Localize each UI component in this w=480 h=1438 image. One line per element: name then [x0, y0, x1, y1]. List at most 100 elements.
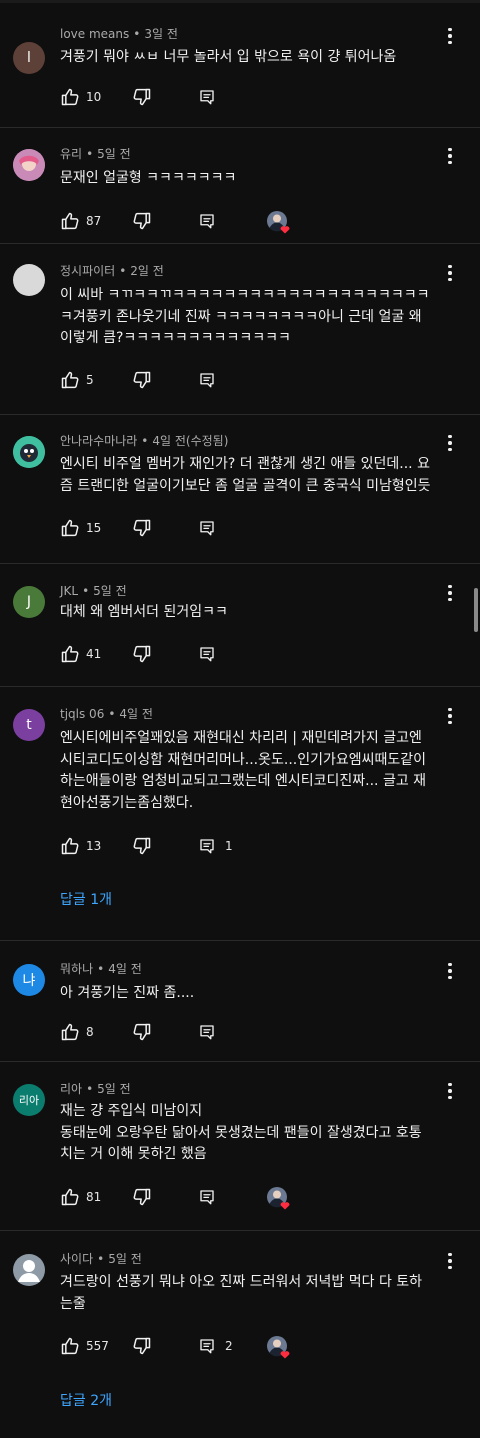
creator-heart-icon — [266, 1335, 292, 1359]
dislike-button[interactable] — [132, 517, 152, 539]
view-replies-link[interactable]: 답글 2개 — [60, 1390, 112, 1410]
comment-text-line: 겨풍기 뭐야 ㅆㅂ 너무 놀라서 입 밖으로 욕이 걍 튀어나옴 — [60, 49, 397, 65]
author-name[interactable]: 뭐하나 — [60, 962, 93, 976]
like-button[interactable]: 13 — [60, 835, 101, 857]
meta-separator: • — [86, 1082, 94, 1096]
more-options-icon[interactable] — [440, 1081, 460, 1101]
reply-icon — [198, 519, 216, 537]
author-name[interactable]: JKL — [60, 584, 78, 598]
view-replies-link[interactable]: 답글 1개 — [60, 889, 112, 909]
comment-time[interactable]: 5일 전 — [97, 147, 131, 161]
comment-time[interactable]: 5일 전 — [93, 584, 127, 598]
meta-separator: • — [133, 27, 141, 41]
avatar[interactable]: l — [13, 42, 45, 74]
like-count: 10 — [86, 90, 102, 104]
author-name[interactable]: 리아 — [60, 1082, 82, 1096]
reply-button[interactable]: 1 — [198, 835, 233, 857]
dislike-button[interactable] — [132, 369, 152, 391]
meta-separator: • — [97, 1252, 105, 1266]
avatar[interactable] — [13, 1254, 45, 1286]
dislike-button[interactable] — [132, 643, 152, 665]
more-options-icon[interactable] — [440, 1251, 460, 1271]
more-options-icon[interactable] — [440, 583, 460, 603]
dislike-button[interactable] — [132, 1186, 152, 1208]
avatar[interactable]: 리아 — [13, 1084, 45, 1116]
thumbs-up-icon — [60, 370, 80, 390]
avatar[interactable]: t — [13, 709, 45, 741]
more-options-icon[interactable] — [440, 26, 460, 46]
avatar[interactable]: J — [13, 586, 45, 618]
more-options-icon[interactable] — [440, 433, 460, 453]
reply-button[interactable] — [198, 210, 216, 232]
comment-time[interactable]: 5일 전 — [97, 1082, 131, 1096]
like-count: 557 — [86, 1339, 109, 1353]
scrollbar-thumb[interactable] — [474, 588, 478, 632]
comment-actions: 557 2 — [60, 1335, 460, 1359]
comment-actions: 41 — [60, 643, 460, 665]
avatar[interactable] — [13, 436, 45, 468]
comment-text: 아 겨풍기는 진짜 좀.... — [60, 983, 450, 1005]
more-options-icon[interactable] — [440, 706, 460, 726]
author-name[interactable]: tjqls 06 — [60, 707, 104, 721]
comment-thread: 정시파이터 • 2일 전이 씨바 ㅋㄲㅋㅋㄲㅋㅋㅋㅋㅋㅋㅋㅋㅋㅋㅋㅋㅋㅋㅋㅋㅋㅋㅋㅋ… — [0, 262, 480, 389]
comment-time[interactable]: 3일 전 — [144, 27, 178, 41]
comment-time[interactable]: 4일 전 — [119, 707, 153, 721]
like-button[interactable]: 10 — [60, 86, 101, 108]
thumbs-down-icon — [132, 644, 152, 664]
author-name[interactable]: 유리 — [60, 147, 82, 161]
like-button[interactable]: 8 — [60, 1021, 94, 1043]
like-button[interactable]: 15 — [60, 517, 101, 539]
reply-button[interactable] — [198, 86, 216, 108]
more-options-icon[interactable] — [440, 263, 460, 283]
comment-text-line: 엔시티에비주얼꽤있음 재현대신 차리리 | 재민데려가지 글고엔 — [60, 730, 422, 746]
comment-divider — [0, 1061, 480, 1062]
comment-text-line: 시티코디도이싱함 재현머리머나...옷도...인기가요엠씨때도같이 — [60, 751, 427, 768]
avatar[interactable] — [13, 264, 45, 296]
thumbs-down-icon — [132, 211, 152, 231]
comment-meta: love means • 3일 전 — [60, 25, 178, 42]
reply-button[interactable] — [198, 643, 216, 665]
comment-text: 재는 걍 주입식 미남이지 동태눈에 오랑우탄 닮아서 못생겼는데 팬들이 잘생겼… — [60, 1101, 450, 1166]
dislike-button[interactable] — [132, 835, 152, 857]
more-options-icon[interactable] — [440, 146, 460, 166]
like-button[interactable]: 81 — [60, 1186, 101, 1208]
comment-time[interactable]: 5일 전 — [108, 1252, 142, 1266]
dislike-button[interactable] — [132, 1021, 152, 1043]
reply-button[interactable] — [198, 1186, 216, 1208]
reply-button[interactable] — [198, 1021, 216, 1043]
author-name[interactable]: 안나라수마나라 — [60, 434, 137, 448]
like-button[interactable]: 87 — [60, 210, 101, 232]
meta-separator: • — [86, 147, 94, 161]
comment-text: 겨드랑이 선풍기 뭐냐 아오 진짜 드러워서 저녁밥 먹다 다 토하 는줄 — [60, 1272, 450, 1315]
author-name[interactable]: 정시파이터 — [60, 264, 115, 278]
reply-button[interactable]: 2 — [198, 1335, 233, 1357]
like-button[interactable]: 557 — [60, 1335, 109, 1357]
more-options-icon[interactable] — [440, 961, 460, 981]
dislike-button[interactable] — [132, 1335, 152, 1357]
author-name[interactable]: love means — [60, 27, 129, 41]
comment-meta: 리아 • 5일 전 — [60, 1080, 131, 1097]
meta-separator: • — [119, 264, 127, 278]
thumbs-up-icon — [60, 1187, 80, 1207]
reply-button[interactable] — [198, 369, 216, 391]
dislike-button[interactable] — [132, 86, 152, 108]
like-button[interactable]: 5 — [60, 369, 94, 391]
author-name[interactable]: 사이다 — [60, 1252, 93, 1266]
reply-button[interactable] — [198, 517, 216, 539]
thumbs-up-icon — [60, 644, 80, 664]
avatar[interactable]: 냐 — [13, 964, 45, 996]
like-button[interactable]: 41 — [60, 643, 101, 665]
like-count: 87 — [86, 214, 102, 228]
comment-time[interactable]: 2일 전 — [130, 264, 164, 278]
thumbs-up-icon — [60, 87, 80, 107]
comment-time[interactable]: 4일 전 — [108, 962, 142, 976]
reply-count: 1 — [225, 839, 233, 853]
comment-text-line: ㅋ겨풍키 존나웃기네 진짜 ㅋㅋㅋㅋㅋㅋㅋㅋ아니 근데 얼굴 왜 — [60, 308, 422, 325]
comment-divider — [0, 1230, 480, 1231]
creator-heart-icon — [266, 210, 292, 234]
avatar[interactable] — [13, 149, 45, 181]
dislike-button[interactable] — [132, 210, 152, 232]
comment-time[interactable]: 4일 전 — [152, 434, 186, 448]
comment-meta: JKL • 5일 전 — [60, 582, 127, 599]
comment-text-line: 하는애들이랑 엄청비교되고그랬는데 엔시티코디진짜... 글고 재 — [60, 773, 427, 789]
